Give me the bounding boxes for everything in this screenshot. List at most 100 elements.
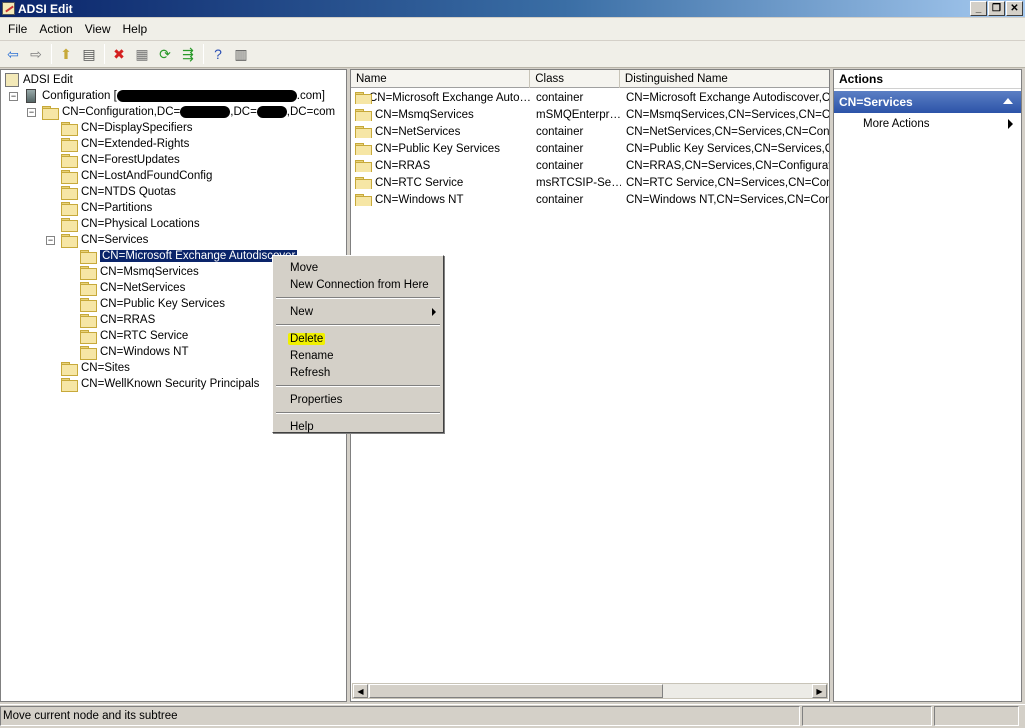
folder-icon	[355, 159, 372, 172]
ctx-rename[interactable]: Rename	[273, 347, 443, 364]
folder-icon	[355, 108, 372, 121]
list-cell-class: container	[536, 159, 584, 172]
naming-context-suffix: ,DC=com	[286, 106, 336, 118]
list-cell-text: CN=MsmqServices	[375, 108, 474, 121]
collapse-caret-icon[interactable]	[1003, 98, 1013, 104]
tree-item-label: CN=RRAS	[100, 314, 156, 326]
ctx-delete[interactable]: Delete	[273, 330, 443, 347]
scroll-thumb[interactable]	[369, 684, 663, 698]
actions-title: Actions	[834, 70, 1021, 89]
ctx-properties[interactable]: Properties	[273, 391, 443, 408]
folder-icon	[355, 91, 372, 104]
list-row[interactable]: CN=RRAS container CN=RRAS,CN=Services,CN=C…	[351, 157, 829, 174]
tree-item[interactable]: CN=Partitions	[61, 200, 152, 216]
tree-item[interactable]: CN=RTC Service	[80, 328, 188, 344]
tree-item[interactable]: CN=Extended-Rights	[61, 136, 189, 152]
export-list-icon[interactable]: ⇶	[177, 43, 199, 65]
tree-item[interactable]: CN=RRAS	[80, 312, 155, 328]
list-row[interactable]: CN=Microsoft Exchange Auto… container CN=M…	[351, 89, 829, 106]
horizontal-scrollbar[interactable]: ◀ ▶	[352, 683, 828, 699]
tree-naming-context[interactable]: − CN=Configuration,DC= ,DC= ,DC=com	[27, 104, 335, 120]
window-title: ADSI Edit	[18, 1, 73, 16]
properties-icon[interactable]: ▦	[131, 43, 153, 65]
ctx-new[interactable]: New	[273, 303, 443, 320]
folder-icon	[61, 138, 78, 152]
collapse-toggle[interactable]: −	[9, 91, 18, 101]
status-text: Move current node and its subtree	[0, 706, 800, 726]
collapse-toggle[interactable]: −	[46, 235, 55, 245]
minimize-button[interactable]: _	[970, 1, 987, 16]
tree-item[interactable]: CN=Physical Locations	[61, 216, 200, 232]
menu-action[interactable]: Action	[33, 20, 78, 38]
list-row[interactable]: CN=RTC Service msRTCSIP-Se… CN=RTC Service…	[351, 174, 830, 191]
tree-item-label: CN=Sites	[81, 362, 130, 374]
tree-root-label: ADSI Edit	[23, 74, 73, 86]
ctx-help[interactable]: Help	[273, 418, 443, 435]
tree-item[interactable]: CN=DisplaySpecifiers	[61, 120, 193, 136]
tree-item[interactable]: CN=WellKnown Security Principals	[61, 376, 259, 392]
folder-icon	[61, 170, 78, 184]
list-row[interactable]: CN=Public Key Services container CN=Public…	[351, 140, 829, 157]
menu-separator	[276, 297, 440, 299]
list-header: Name Class Distinguished Name	[351, 70, 829, 88]
folder-icon	[61, 378, 78, 392]
folder-icon	[80, 250, 97, 264]
scroll-left-button[interactable]: ◀	[353, 684, 368, 698]
tree-configuration-node[interactable]: − Configuration [ .com]	[9, 88, 325, 104]
redacted-domain	[180, 106, 231, 118]
more-actions-link[interactable]: More Actions	[834, 113, 1021, 135]
ctx-refresh[interactable]: Refresh	[273, 364, 443, 381]
folder-icon	[80, 346, 97, 360]
menu-view[interactable]: View	[79, 20, 117, 38]
refresh-icon[interactable]: ⟳	[154, 43, 176, 65]
scroll-right-button[interactable]: ▶	[812, 684, 827, 698]
delete-icon[interactable]: ✖	[108, 43, 130, 65]
list-cell-name: CN=MsmqServices	[351, 108, 531, 121]
ctx-new-connection[interactable]: New Connection from Here	[273, 276, 443, 293]
ctx-move[interactable]: Move	[273, 259, 443, 276]
tree-item[interactable]: CN=Microsoft Exchange Autodiscover	[80, 248, 299, 264]
list-cell-dn: CN=RTC Service,CN=Services,CN=Config	[626, 176, 830, 189]
tree-item-label: CN=Extended-Rights	[81, 138, 190, 150]
tree-item[interactable]: CN=LostAndFoundConfig	[61, 168, 212, 184]
toolbar: ⇦ ⇨ ⬆ ▤ ✖ ▦ ⟳ ⇶? ▥	[0, 41, 1025, 68]
tree-item[interactable]: CN=Windows NT	[80, 344, 189, 360]
status-panel-2	[802, 706, 932, 726]
tree-item[interactable]: CN=Sites	[61, 360, 130, 376]
up-folder-icon[interactable]: ⬆	[55, 43, 77, 65]
menu-separator	[276, 324, 440, 326]
collapse-toggle[interactable]: −	[27, 107, 36, 117]
redacted-server-name	[116, 90, 297, 102]
tree-item[interactable]: CN=ForestUpdates	[61, 152, 180, 168]
show-hide-tree-icon[interactable]: ▤	[78, 43, 100, 65]
column-header-class[interactable]: Class	[530, 70, 620, 88]
tree-item-label: CN=MsmqServices	[100, 266, 199, 278]
folder-icon	[355, 125, 372, 138]
list-cell-text: CN=Public Key Services	[375, 142, 500, 155]
column-header-distinguished-name[interactable]: Distinguished Name	[620, 70, 829, 88]
list-row[interactable]: CN=MsmqServices mSMQEnterpr… CN=MsmqServic…	[351, 106, 829, 123]
close-button[interactable]: ✕	[1006, 1, 1023, 16]
actions-section-header[interactable]: CN=Services	[834, 91, 1021, 113]
restore-button[interactable]: ❐	[988, 1, 1005, 16]
show-hide-action-pane-icon[interactable]: ▥	[230, 43, 252, 65]
forward-arrow-icon[interactable]: ⇨	[25, 43, 47, 65]
tree-item[interactable]: − CN=Services	[46, 232, 148, 248]
ctx-properties-label: Properties	[290, 393, 343, 406]
menu-file[interactable]: File	[2, 20, 33, 38]
list-row[interactable]: CN=Windows NT container CN=Windows NT,CN=S…	[351, 191, 829, 208]
back-arrow-icon[interactable]: ⇦	[2, 43, 24, 65]
tree-item[interactable]: CN=MsmqServices	[80, 264, 199, 280]
tree-item[interactable]: CN=NetServices	[80, 280, 185, 296]
menu-help[interactable]: Help	[117, 20, 154, 38]
tree-item[interactable]: CN=NTDS Quotas	[61, 184, 176, 200]
help-icon[interactable]: ?	[207, 43, 229, 65]
column-header-name[interactable]: Name	[351, 70, 531, 88]
folder-icon	[61, 218, 78, 232]
tree-item[interactable]: CN=Public Key Services	[80, 296, 225, 312]
tree-root[interactable]: ADSI Edit	[5, 72, 73, 88]
ctx-new-label: New	[290, 305, 314, 318]
folder-icon	[61, 234, 78, 248]
list-cell-dn: CN=NetServices,CN=Services,CN=Config	[626, 125, 830, 138]
list-row[interactable]: CN=NetServices container CN=NetServices,CN…	[351, 123, 830, 140]
